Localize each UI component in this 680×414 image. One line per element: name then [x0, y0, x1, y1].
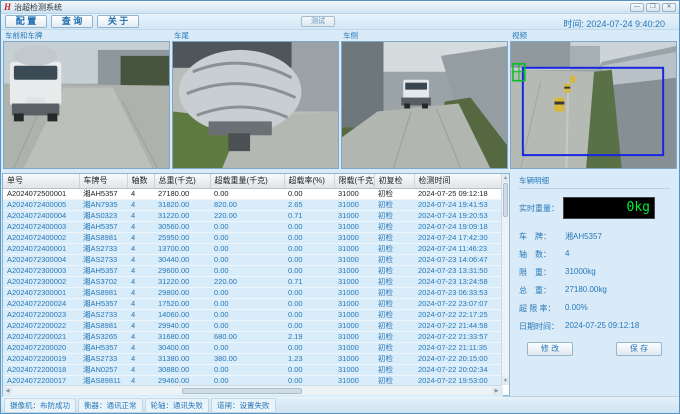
table-row[interactable]: A2024072200024湘AH5357417520.000.000.0031… — [3, 298, 503, 309]
camera-feed-video-image — [510, 41, 677, 169]
table-row[interactable]: A2024072200021湘AS3265431680.00680.002.19… — [3, 331, 503, 342]
scroll-left-icon[interactable]: ◀ — [3, 387, 12, 395]
toolbar: 配 置 查 询 关 于 测试 时间: 2024-07-24 9:40:20 — [1, 14, 679, 30]
table-row[interactable]: A2024072300001湘AS8981429800.000.000.0031… — [3, 287, 503, 298]
table-row[interactable]: A2024072200023湘AS2733414060.000.000.0031… — [3, 309, 503, 320]
table-row[interactable]: A2024072400005湘AN7935431820.00820.002.65… — [3, 199, 503, 210]
horizontal-scroll-thumb[interactable] — [182, 388, 302, 394]
column-header[interactable]: 总重(千克) — [154, 174, 210, 188]
camera-feed-rear-image — [172, 41, 339, 169]
detail-panel-title: 车辆明细 — [519, 175, 670, 186]
realtime-weight-row: 实时重量： 0kg — [519, 197, 670, 219]
realtime-weight-display: 0kg — [563, 197, 655, 219]
column-header[interactable]: 轴数 — [127, 174, 154, 188]
axles-value: 4 — [565, 249, 569, 260]
column-header[interactable]: 超载重量(千克) — [210, 174, 284, 188]
table-row[interactable]: A2024072400004湘AS0323431220.00220.000.71… — [3, 210, 503, 221]
realtime-weight-label: 实时重量： — [519, 203, 563, 214]
camera-label: 车侧 — [341, 30, 508, 41]
camera-label: 视频 — [510, 30, 677, 41]
plate-value: 湘AH5357 — [565, 231, 602, 242]
camera-feed-side-image — [341, 41, 508, 169]
save-button[interactable]: 保 存 — [616, 342, 662, 356]
table-row[interactable]: A2024072400003湘AH5357430560.000.000.0031… — [3, 221, 503, 232]
table-row[interactable]: A2024072200019湘AS2733431380.00380.001.23… — [3, 353, 503, 364]
column-header[interactable]: 初复检 — [374, 174, 414, 188]
status-bar: 摄像机：布防成功 衡器：通讯正常 轮轴：通讯失败 道闸：设置失败 — [1, 396, 679, 413]
camera-panel-rear: 车尾 — [172, 30, 339, 169]
app-window: H 治超检测系统 — ❐ ✕ 配 置 查 询 关 于 测试 时间: 2024-0… — [0, 0, 680, 414]
camera-label: 车尾 — [172, 30, 339, 41]
records-table: 单号车牌号轴数总重(千克)超载重量(千克)超载率(%)限载(千克)初复检检测时间… — [3, 174, 504, 398]
table-row[interactable]: A2024072300003湘AH5357429600.000.000.0031… — [3, 265, 503, 276]
status-axle: 轮轴：通讯失败 — [145, 398, 210, 413]
vehicle-detail-panel: 车辆明细 实时重量： 0kg 车 牌： 湘AH5357 轴 数： 4 限 重： … — [513, 173, 676, 396]
records-table-area: 单号车牌号轴数总重(千克)超载重量(千克)超载率(%)限载(千克)初复检检测时间… — [2, 173, 510, 396]
camera-panel-front-plate: 车前和车牌 — [3, 30, 170, 169]
scroll-up-icon[interactable]: ▲ — [502, 174, 509, 182]
field-limit: 限 重： 31000kg — [519, 267, 670, 278]
window-controls: — ❐ ✕ — [630, 3, 676, 12]
field-overload-rate: 超 限 率： 0.00% — [519, 303, 670, 314]
limit-value: 31000kg — [565, 267, 596, 278]
maximize-button[interactable]: ❐ — [646, 3, 660, 12]
field-total-weight: 总 重： 27180.00kg — [519, 285, 670, 296]
status-gate: 道闸：设置失败 — [211, 398, 276, 413]
table-row[interactable]: A2024072200022湘AS8981429940.000.000.0031… — [3, 320, 503, 331]
main-area: 单号车牌号轴数总重(千克)超载重量(千克)超载率(%)限载(千克)初复检检测时间… — [1, 169, 679, 396]
column-header[interactable]: 车牌号 — [79, 174, 127, 188]
title-bar: H 治超检测系统 — ❐ ✕ — [1, 1, 679, 14]
test-button[interactable]: 测试 — [301, 16, 335, 27]
column-header[interactable]: 限载(千克) — [334, 174, 374, 188]
status-camera: 摄像机：布防成功 — [4, 398, 76, 413]
camera-panel-side: 车侧 — [341, 30, 508, 169]
query-button[interactable]: 查 询 — [51, 15, 93, 28]
table-row[interactable]: A2024072200018湘AN0257430880.000.000.0031… — [3, 364, 503, 375]
field-axles: 轴 数： 4 — [519, 249, 670, 260]
table-row[interactable]: A2024072300002湘AS3702431220.00220.000.71… — [3, 276, 503, 287]
minimize-button[interactable]: — — [630, 3, 644, 12]
scroll-right-icon[interactable]: ▶ — [492, 387, 501, 395]
about-button[interactable]: 关 于 — [97, 15, 139, 28]
camera-panel-video: 视频 — [510, 30, 677, 169]
camera-feed-front-plate-image — [3, 41, 170, 169]
clock-label: 时间: 2024-07-24 9:40:20 — [563, 17, 665, 30]
field-datetime: 日期时间： 2024-07-25 09:12:18 — [519, 321, 670, 332]
scroll-down-icon[interactable]: ▼ — [502, 377, 509, 385]
table-row[interactable]: A2024072500001湘AH5357427180.000.000.0031… — [3, 188, 503, 199]
table-header-row: 单号车牌号轴数总重(千克)超载重量(千克)超载率(%)限载(千克)初复检检测时间 — [3, 174, 503, 188]
config-button[interactable]: 配 置 — [5, 15, 47, 28]
column-header[interactable]: 检测时间 — [414, 174, 503, 188]
status-scale: 衡器：通讯正常 — [78, 398, 143, 413]
total-weight-value: 27180.00kg — [565, 285, 607, 296]
table-row[interactable]: A2024072300004湘AS2733430440.000.000.0031… — [3, 254, 503, 265]
close-button[interactable]: ✕ — [662, 3, 676, 12]
field-plate: 车 牌： 湘AH5357 — [519, 231, 670, 242]
column-header[interactable]: 超载率(%) — [284, 174, 334, 188]
vertical-scroll-thumb[interactable] — [503, 183, 508, 217]
divider — [519, 188, 670, 189]
window-title: 治超检测系统 — [14, 2, 630, 13]
horizontal-scrollbar[interactable]: ◀ ▶ — [3, 385, 501, 395]
detail-buttons: 修 改 保 存 — [519, 342, 670, 356]
column-header[interactable]: 单号 — [3, 174, 79, 188]
table-row[interactable]: A2024072400002湘AS8981425950.000.000.0031… — [3, 232, 503, 243]
datetime-value: 2024-07-25 09:12:18 — [565, 321, 639, 332]
modify-button[interactable]: 修 改 — [527, 342, 573, 356]
app-logo-icon: H — [4, 2, 11, 13]
table-row[interactable]: A2024072400001湘AS2733413700.000.000.0031… — [3, 243, 503, 254]
vertical-scrollbar[interactable]: ▲ ▼ — [501, 174, 509, 385]
table-row[interactable]: A2024072200020湘AH5357430400.000.000.0031… — [3, 342, 503, 353]
camera-label: 车前和车牌 — [3, 30, 170, 41]
camera-strip: 车前和车牌 — [1, 30, 679, 169]
overload-rate-value: 0.00% — [565, 303, 588, 314]
